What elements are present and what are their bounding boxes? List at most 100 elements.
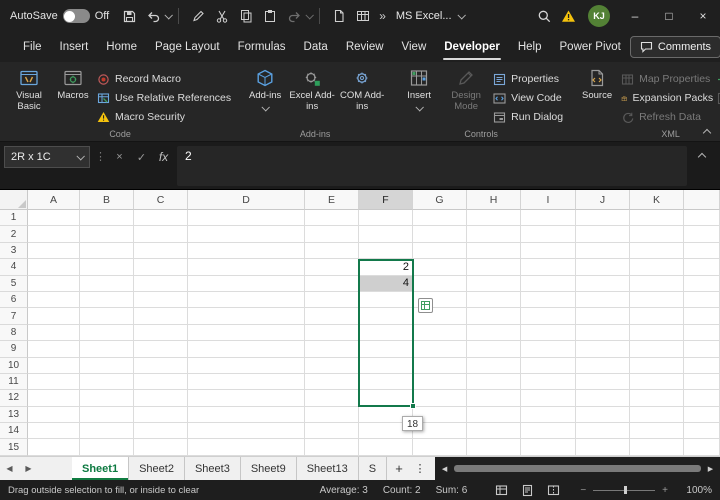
cell-A7[interactable] [28, 308, 80, 324]
cell-G11[interactable] [413, 374, 467, 390]
menu-tab-help[interactable]: Help [509, 32, 551, 62]
cell-D12[interactable] [188, 390, 305, 406]
cell-D15[interactable] [188, 439, 305, 455]
cell-H14[interactable] [467, 423, 521, 439]
cell-I2[interactable] [521, 226, 576, 242]
row-header-15[interactable]: 15 [0, 439, 28, 455]
cell-D4[interactable] [188, 259, 305, 275]
cell-D5[interactable] [188, 276, 305, 292]
menu-tab-review[interactable]: Review [337, 32, 393, 62]
cell-J3[interactable] [576, 243, 630, 259]
cell-K4[interactable] [630, 259, 684, 275]
sheet-nav-prev-button[interactable]: ◀ [0, 457, 19, 480]
cell-D14[interactable] [188, 423, 305, 439]
draw-button[interactable] [186, 3, 210, 29]
cell-I3[interactable] [521, 243, 576, 259]
page-break-view-button[interactable] [547, 484, 560, 497]
cell-K14[interactable] [630, 423, 684, 439]
scroll-right-icon[interactable]: ▶ [704, 465, 717, 473]
cell-C13[interactable] [134, 407, 188, 423]
cell-K1[interactable] [630, 210, 684, 226]
cell-G15[interactable] [413, 439, 467, 455]
cell-G1[interactable] [413, 210, 467, 226]
document-title[interactable]: MS Excel... [396, 10, 464, 22]
cell-H15[interactable] [467, 439, 521, 455]
cell-D6[interactable] [188, 292, 305, 308]
cell-E8[interactable] [305, 325, 359, 341]
cell-H8[interactable] [467, 325, 521, 341]
cell-F1[interactable] [359, 210, 413, 226]
cell-J8[interactable] [576, 325, 630, 341]
cell-A6[interactable] [28, 292, 80, 308]
cell-B7[interactable] [80, 308, 134, 324]
cell-K11[interactable] [630, 374, 684, 390]
cell-E14[interactable] [305, 423, 359, 439]
normal-view-button[interactable] [495, 484, 508, 497]
view-code-button[interactable]: View Code [493, 91, 563, 105]
cell-C6[interactable] [134, 292, 188, 308]
zoom-out-button[interactable]: − [580, 485, 586, 496]
cell-K3[interactable] [630, 243, 684, 259]
cell-E15[interactable] [305, 439, 359, 455]
column-header-J[interactable]: J [576, 190, 630, 210]
cell-C7[interactable] [134, 308, 188, 324]
cell-C12[interactable] [134, 390, 188, 406]
cell-C14[interactable] [134, 423, 188, 439]
column-header-C[interactable]: C [134, 190, 188, 210]
cell-G9[interactable] [413, 341, 467, 357]
menu-tab-power-pivot[interactable]: Power Pivot [551, 32, 630, 62]
cell-H9[interactable] [467, 341, 521, 357]
zoom-slider-thumb[interactable] [624, 486, 627, 494]
cell-J1[interactable] [576, 210, 630, 226]
cell-E7[interactable] [305, 308, 359, 324]
cell-E1[interactable] [305, 210, 359, 226]
cell-D8[interactable] [188, 325, 305, 341]
search-button[interactable] [532, 3, 556, 29]
cell-J11[interactable] [576, 374, 630, 390]
zoom-level[interactable]: 100% [680, 485, 712, 496]
cell-K13[interactable] [630, 407, 684, 423]
cell-C8[interactable] [134, 325, 188, 341]
cell-G8[interactable] [413, 325, 467, 341]
cell-I8[interactable] [521, 325, 576, 341]
cell-J2[interactable] [576, 226, 630, 242]
cell-A1[interactable] [28, 210, 80, 226]
alerts-button[interactable] [556, 3, 580, 29]
collapse-formula-bar-button[interactable] [692, 146, 712, 160]
cell-A2[interactable] [28, 226, 80, 242]
expansion-packs-button[interactable]: Expansion Packs [621, 91, 713, 105]
toolbar-overflow-button[interactable]: » [379, 9, 386, 23]
status-average[interactable]: Average: 3 [320, 485, 368, 496]
cell-A9[interactable] [28, 341, 80, 357]
zoom-in-button[interactable]: + [662, 485, 668, 496]
cell-J10[interactable] [576, 358, 630, 374]
cell-G4[interactable] [413, 259, 467, 275]
cell-C1[interactable] [134, 210, 188, 226]
sheet-nav-next-button[interactable]: ▶ [19, 457, 38, 480]
insert-control-button[interactable]: Insert [399, 66, 439, 111]
cell-C15[interactable] [134, 439, 188, 455]
fill-handle[interactable] [410, 403, 416, 409]
cell-B6[interactable] [80, 292, 134, 308]
sheet-tab-menu-button[interactable]: ⋮ [411, 457, 429, 480]
cell-B2[interactable] [80, 226, 134, 242]
cell-C3[interactable] [134, 243, 188, 259]
row-header-4[interactable]: 4 [0, 259, 28, 275]
cell-B13[interactable] [80, 407, 134, 423]
cell-B11[interactable] [80, 374, 134, 390]
cell-D7[interactable] [188, 308, 305, 324]
cell-C10[interactable] [134, 358, 188, 374]
copy-button[interactable] [234, 3, 258, 29]
column-header-F[interactable]: F [359, 190, 413, 210]
insert-function-button[interactable]: fx [155, 146, 172, 168]
cell-I4[interactable] [521, 259, 576, 275]
cell-E10[interactable] [305, 358, 359, 374]
column-header-E[interactable]: E [305, 190, 359, 210]
close-button[interactable]: × [686, 0, 720, 32]
cell-D10[interactable] [188, 358, 305, 374]
undo-button[interactable] [141, 3, 165, 29]
column-header-B[interactable]: B [80, 190, 134, 210]
cell-B14[interactable] [80, 423, 134, 439]
cell-A14[interactable] [28, 423, 80, 439]
cell-A13[interactable] [28, 407, 80, 423]
